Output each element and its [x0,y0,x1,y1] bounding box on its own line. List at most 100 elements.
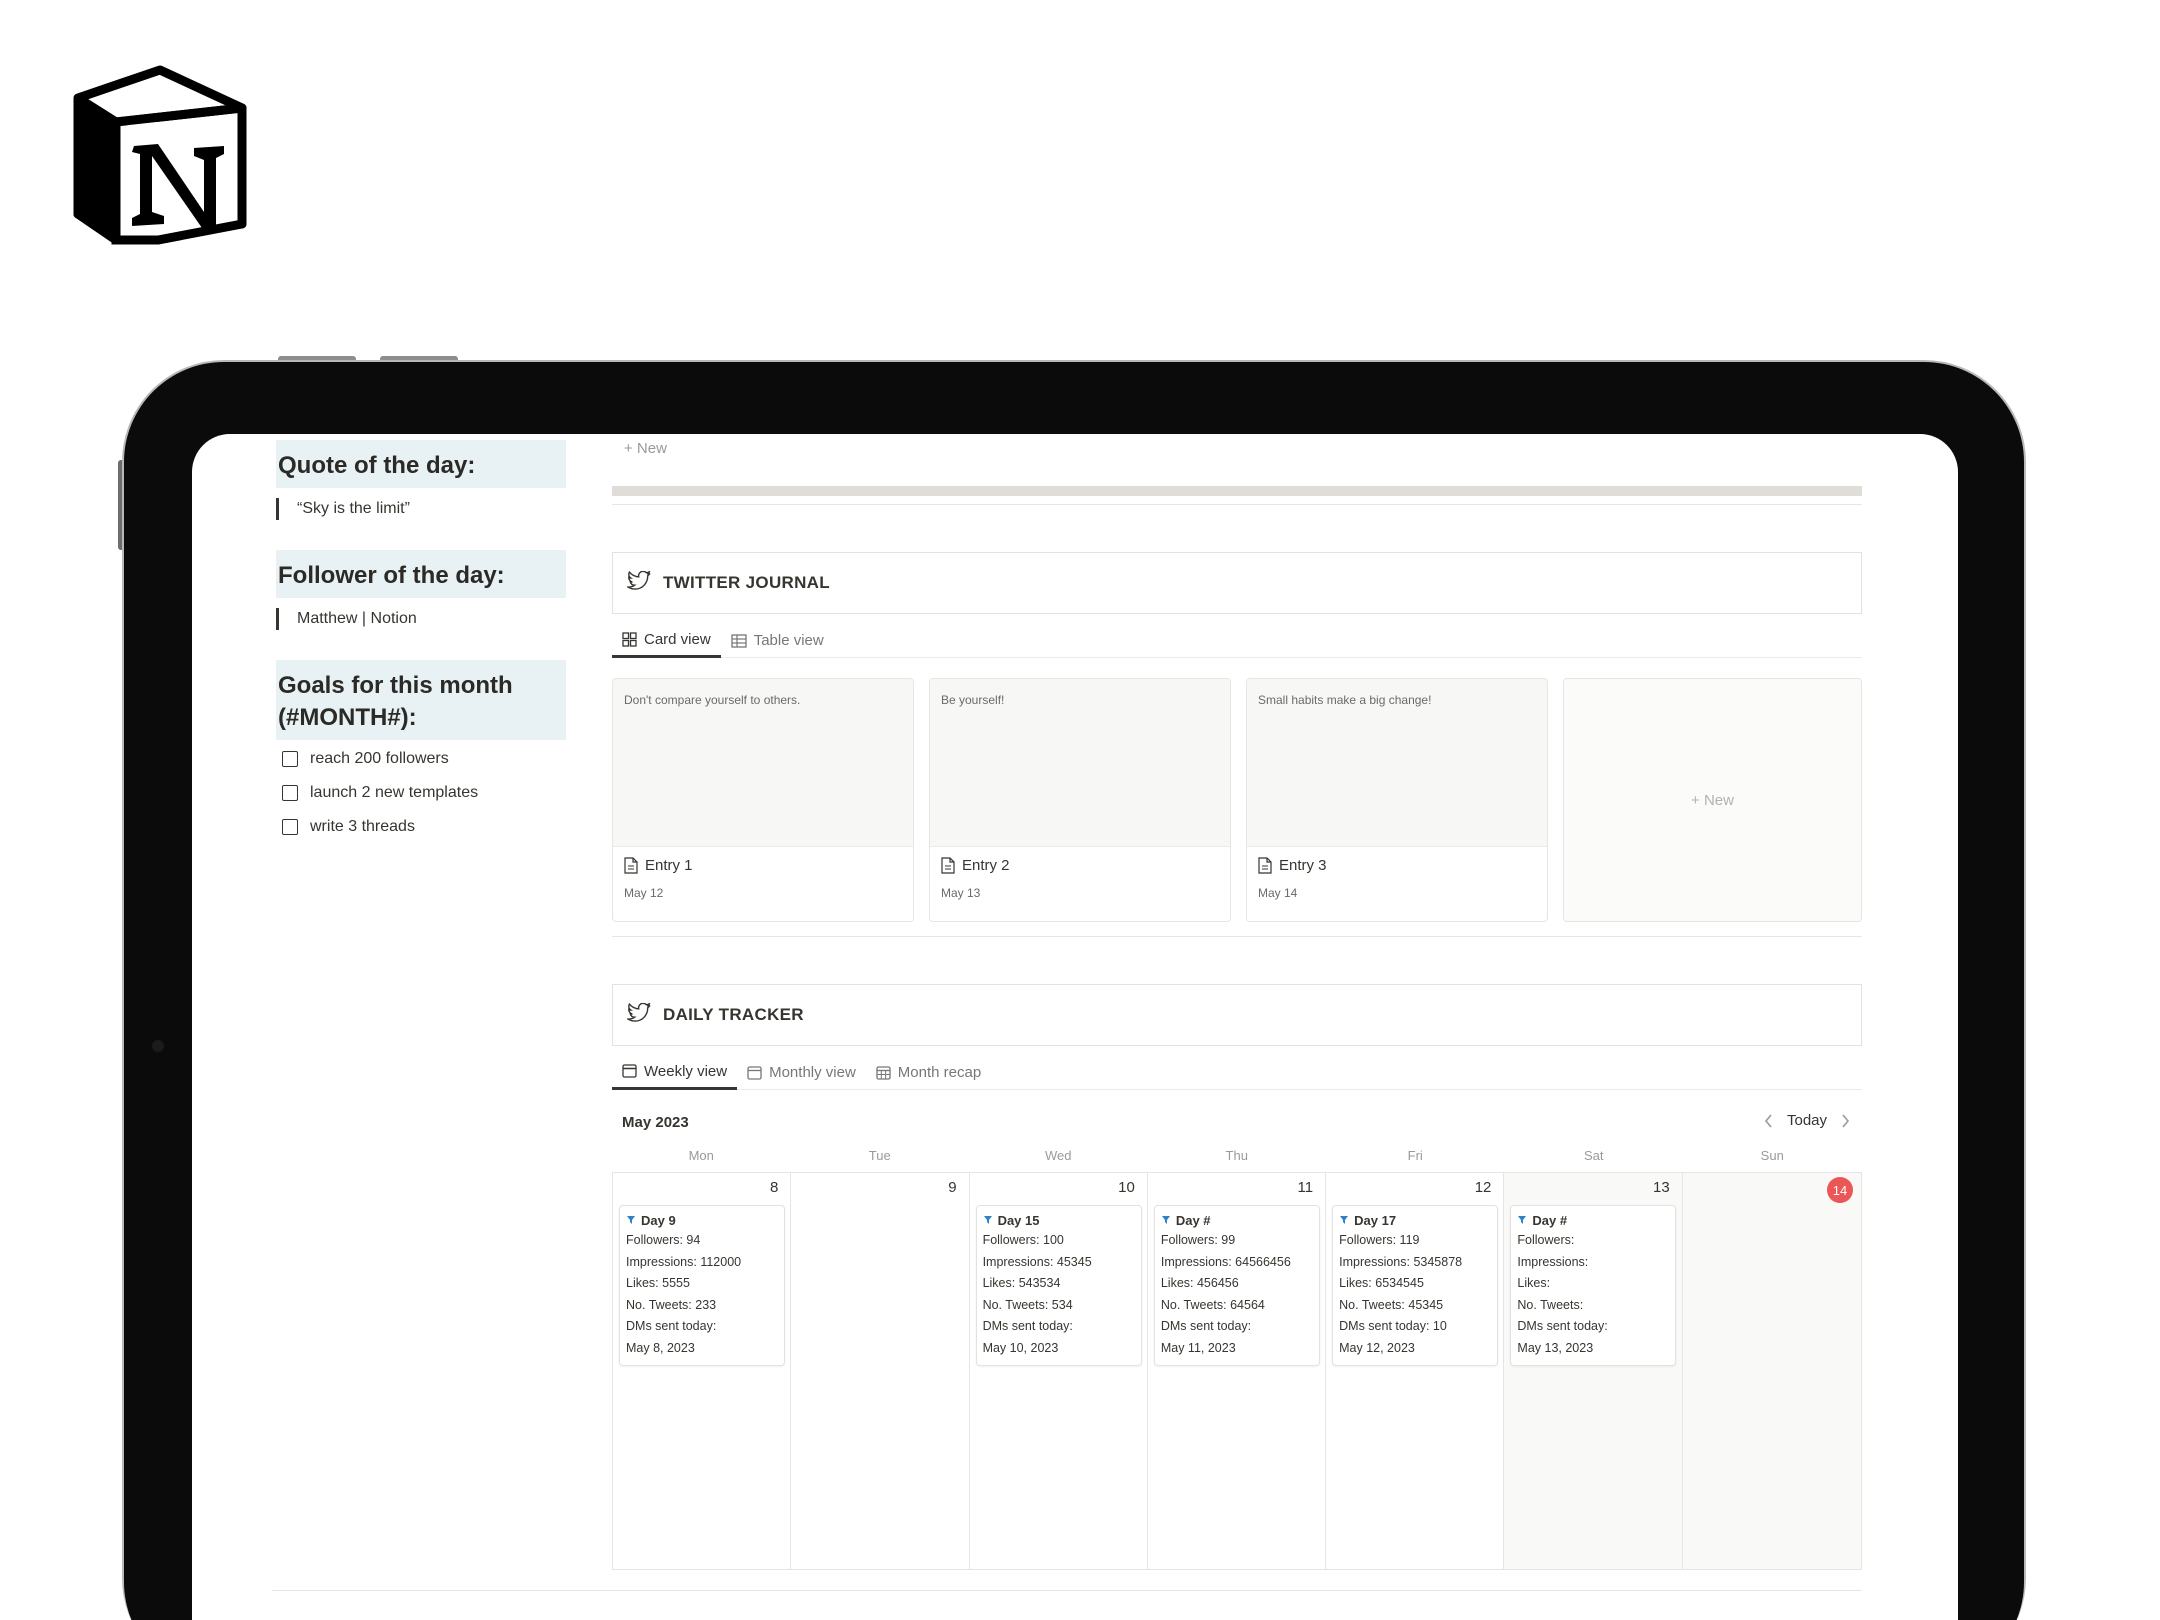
tab-month-recap[interactable]: Month recap [866,1056,991,1090]
weekday-label: Sat [1583,1148,1604,1163]
tab-monthly-view[interactable]: Monthly view [737,1056,866,1090]
entry-title: Day 17 [1354,1212,1397,1228]
section-title: DAILY TRACKER [663,1005,804,1024]
entry-line: Followers: 99 [1160,1233,1236,1247]
journal-view-tabs: Card view Table view [612,624,1862,658]
entry-line: No. Tweets: [1517,1297,1584,1312]
calendar-day[interactable]: 13 Day # Followers: Impressions: Likes: … [1504,1173,1683,1569]
new-card-label: + New [1691,791,1734,809]
tab-label: Card view [644,630,711,648]
weekday-label: Mon [688,1148,714,1163]
page-icon [1258,857,1272,874]
entry-title-row: Day # [1161,1210,1313,1230]
entry-line: Followers: 100 [982,1233,1064,1247]
calendar-day[interactable]: 12 Day 17 Followers: 119 Impressions: 53… [1326,1173,1505,1569]
pin-icon [626,1215,636,1225]
entry-line: DMs sent today: [1517,1319,1608,1333]
tab-weekly-view[interactable]: Weekly view [612,1056,738,1090]
tab-card-view[interactable]: Card view [612,624,721,658]
journal-card[interactable]: Be yourself! Entry 2 May 13 [929,678,1231,922]
weekday-label: Tue [868,1148,891,1163]
checkbox[interactable] [282,751,298,767]
table-icon [731,633,747,648]
card-date: May 13 [941,886,981,900]
entry-line: No. Tweets: 45345 [1339,1297,1444,1312]
pin-icon [1517,1215,1527,1225]
left-column: Quote of the day: “Sky is the limit” Fol… [276,434,566,844]
entry-line: Followers: [1517,1233,1575,1247]
calendar-day[interactable]: 9 [791,1173,970,1569]
day-number: 12 [1474,1179,1492,1196]
calendar-day[interactable]: 8 Day 9 Followers: 94 Impressions: 11200… [613,1173,792,1569]
calendar-icon [622,1064,637,1078]
tracker-entry-card[interactable]: Day # Followers: Impressions: Likes: No.… [1510,1205,1677,1366]
chevron-left-icon[interactable] [1764,1113,1773,1128]
entry-line: Impressions: 112000 [626,1254,742,1269]
entry-line: May 13, 2023 [1517,1340,1594,1355]
twitter-bird-icon [625,569,651,596]
pin-icon [1339,1215,1349,1225]
entry-line: May 12, 2023 [1339,1340,1415,1355]
goal-item[interactable]: reach 200 followers [276,742,566,776]
goals-heading: Goals for this month (#MONTH#): [276,660,566,740]
tracker-entry-card[interactable]: Day 9 Followers: 94 Impressions: 112000 … [619,1205,785,1366]
calendar-icon [747,1065,762,1080]
today-button[interactable]: Today [1787,1112,1827,1129]
follower-heading: Follower of the day: [276,550,566,598]
tracker-entry-card[interactable]: Day 15 Followers: 100 Impressions: 45345… [975,1205,1142,1366]
calendar-grid-icon [876,1065,891,1080]
entry-title: Day 15 [997,1212,1040,1228]
goal-item[interactable]: launch 2 new templates [276,776,566,810]
goals-list: reach 200 followers launch 2 new templat… [276,742,566,844]
card-title-row: Entry 3 [1247,847,1547,874]
page-icon [941,857,955,874]
day-number: 10 [1118,1179,1135,1196]
tab-label: Table view [753,632,824,649]
entry-title: Day # [1532,1212,1568,1228]
goal-item[interactable]: write 3 threads [276,810,566,844]
checkbox[interactable] [282,819,298,835]
card-title: Entry 2 [962,857,1010,874]
tab-label: Month recap [897,1064,982,1081]
entry-line: DMs sent today: 10 [1339,1319,1447,1333]
goal-label: reach 200 followers [310,750,449,767]
daily-tracker-header: DAILY TRACKER [612,984,1862,1046]
entry-line: DMs sent today: [1160,1319,1252,1333]
checkbox[interactable] [282,785,298,801]
calendar-day[interactable]: 11 Day # Followers: 99 Impressions: 6456… [1148,1173,1327,1569]
notion-page: Quote of the day: “Sky is the limit” Fol… [192,434,1958,1620]
card-date: May 14 [1258,886,1298,900]
day-number: 13 [1653,1179,1670,1196]
entry-title: Day # [1175,1212,1211,1228]
new-card-button[interactable]: + New [1563,678,1862,922]
entry-line: May 11, 2023 [1160,1340,1236,1355]
entry-line: No. Tweets: 233 [626,1297,717,1312]
follower-text: Matthew | Notion [276,608,566,630]
twitter-bird-icon [625,1001,651,1028]
tab-table-view[interactable]: Table view [721,624,834,658]
calendar-day[interactable]: 10 Day 15 Followers: 100 Impressions: 45… [970,1173,1148,1569]
card-title: Entry 3 [1279,857,1327,874]
pin-icon [1161,1215,1171,1225]
chevron-right-icon[interactable] [1841,1113,1850,1128]
calendar-day-today[interactable]: 14 [1682,1173,1861,1569]
journal-card[interactable]: Don't compare yourself to others. Entry … [612,678,914,922]
page-icon [624,857,638,874]
card-date: May 12 [624,886,664,900]
new-item-button[interactable]: + New [624,440,667,457]
tab-label: Monthly view [769,1064,856,1081]
entry-line: Followers: 94 [626,1233,701,1247]
entry-line: May 10, 2023 [982,1340,1059,1355]
entry-line: Impressions: 45345 [982,1254,1092,1269]
entry-title-row: Day 9 [626,1210,778,1230]
tracker-entry-card[interactable]: Day 17 Followers: 119 Impressions: 53458… [1332,1205,1499,1366]
day-number: 8 [769,1179,779,1196]
goal-label: write 3 threads [310,818,415,835]
weekday-label: Fri [1407,1148,1423,1163]
calendar-month-label: May 2023 [622,1114,689,1131]
day-number: 9 [948,1179,957,1196]
journal-card[interactable]: Small habits make a big change! Entry 3 … [1246,678,1548,922]
tracker-entry-card[interactable]: Day # Followers: 99 Impressions: 6456645… [1153,1205,1320,1366]
entry-line: Likes: 456456 [1160,1276,1239,1290]
quote-heading: Quote of the day: [276,440,566,488]
